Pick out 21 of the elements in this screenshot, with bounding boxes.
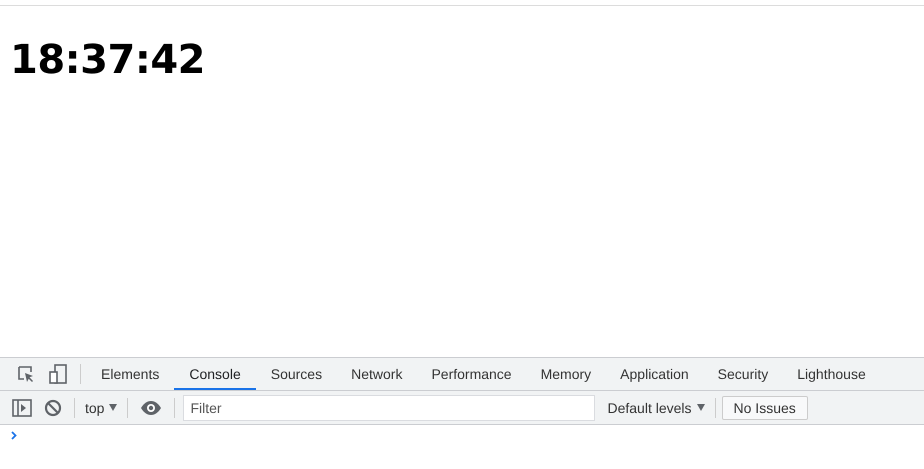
context-dropdown[interactable]: top <box>81 398 122 418</box>
devtools-tab[interactable]: Application <box>606 358 703 390</box>
caret-icon <box>696 404 705 411</box>
caret-icon <box>109 404 118 411</box>
filter-field[interactable]: Filter <box>183 394 596 420</box>
devtools-tab[interactable]: Network <box>337 358 416 390</box>
devtools-tab[interactable]: Performance <box>417 358 526 390</box>
device-icon[interactable] <box>48 364 68 384</box>
devtools-tab[interactable]: Sources <box>256 358 336 390</box>
inspect-icon[interactable] <box>16 364 36 384</box>
prompt-chevron-icon <box>11 431 17 440</box>
clock-time: 18:37:42 <box>10 36 205 84</box>
clear-console-icon[interactable] <box>44 398 62 416</box>
sidebar-toggle-icon[interactable] <box>12 398 32 416</box>
devtools-tab[interactable]: Lighthouse <box>783 358 880 390</box>
issues-button[interactable]: No Issues <box>722 396 808 420</box>
eye-icon[interactable] <box>140 400 162 414</box>
devtools-tab[interactable]: Memory <box>526 358 606 390</box>
devtools-tab[interactable]: Elements <box>87 358 174 390</box>
log-levels-dropdown[interactable]: Default levels <box>603 398 709 418</box>
devtools-tab[interactable]: Security <box>704 358 782 390</box>
